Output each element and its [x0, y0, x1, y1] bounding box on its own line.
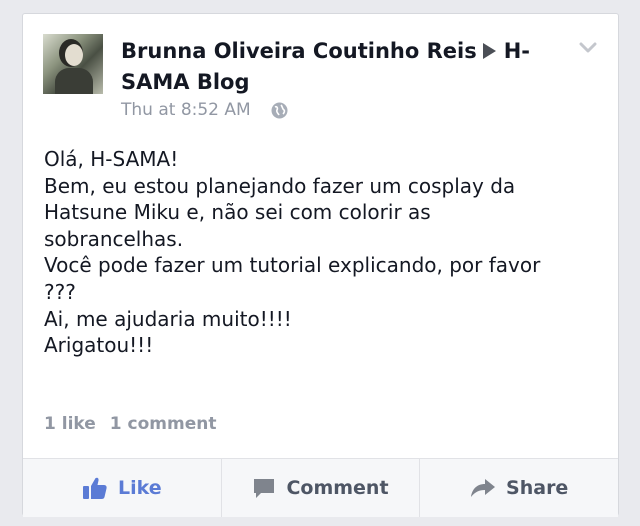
like-label: Like	[118, 477, 162, 499]
message-line: sobrancelhas.	[44, 226, 184, 251]
share-arrow-icon	[471, 479, 496, 497]
post-message: Olá, H-SAMA! Bem, eu estou planejando fa…	[44, 146, 604, 359]
comment-label: Comment	[286, 477, 389, 499]
thumbs-up-icon	[83, 477, 107, 499]
message-line: ???	[44, 279, 76, 304]
share-label: Share	[506, 477, 569, 499]
avatar-head	[65, 44, 83, 66]
comment-button[interactable]: Comment	[220, 459, 420, 517]
post-card: Brunna Oliveira Coutinho Reis H- SAMA Blo…	[22, 13, 619, 517]
target-page-link-part1[interactable]: H-	[504, 39, 530, 63]
message-line: Ai, me ajudaria muito!!!!	[44, 306, 292, 331]
post-header: Brunna Oliveira Coutinho Reis H- SAMA Blo…	[121, 36, 561, 98]
post-meta: Thu at 8:52 AM	[121, 98, 288, 122]
target-page-link-part2[interactable]: SAMA Blog	[121, 70, 250, 94]
like-button[interactable]: Like	[23, 459, 221, 517]
message-line: Você pode fazer um tutorial explicando, …	[44, 253, 541, 278]
engagement-counts: 1 like 1 comment	[44, 414, 216, 434]
message-line: Hatsune Miku e, não sei com colorir as	[44, 200, 431, 225]
post-timestamp[interactable]: Thu at 8:52 AM	[121, 100, 251, 120]
message-line: Arigatou!!!	[44, 333, 154, 358]
like-count[interactable]: 1 like	[44, 414, 96, 434]
author-avatar[interactable]	[43, 34, 103, 94]
avatar-body	[55, 68, 93, 94]
play-arrow-icon	[482, 43, 496, 59]
comment-icon	[254, 479, 275, 498]
chevron-down-icon[interactable]	[579, 41, 597, 55]
share-button[interactable]: Share	[419, 459, 618, 517]
globe-icon	[271, 102, 288, 118]
message-line: Olá, H-SAMA!	[44, 147, 179, 171]
action-bar: Like Comment Share	[23, 458, 618, 517]
comment-count[interactable]: 1 comment	[110, 414, 217, 434]
message-line: Bem, eu estou planejando fazer um cospla…	[44, 173, 516, 198]
author-name-link[interactable]: Brunna Oliveira Coutinho Reis	[121, 39, 477, 63]
